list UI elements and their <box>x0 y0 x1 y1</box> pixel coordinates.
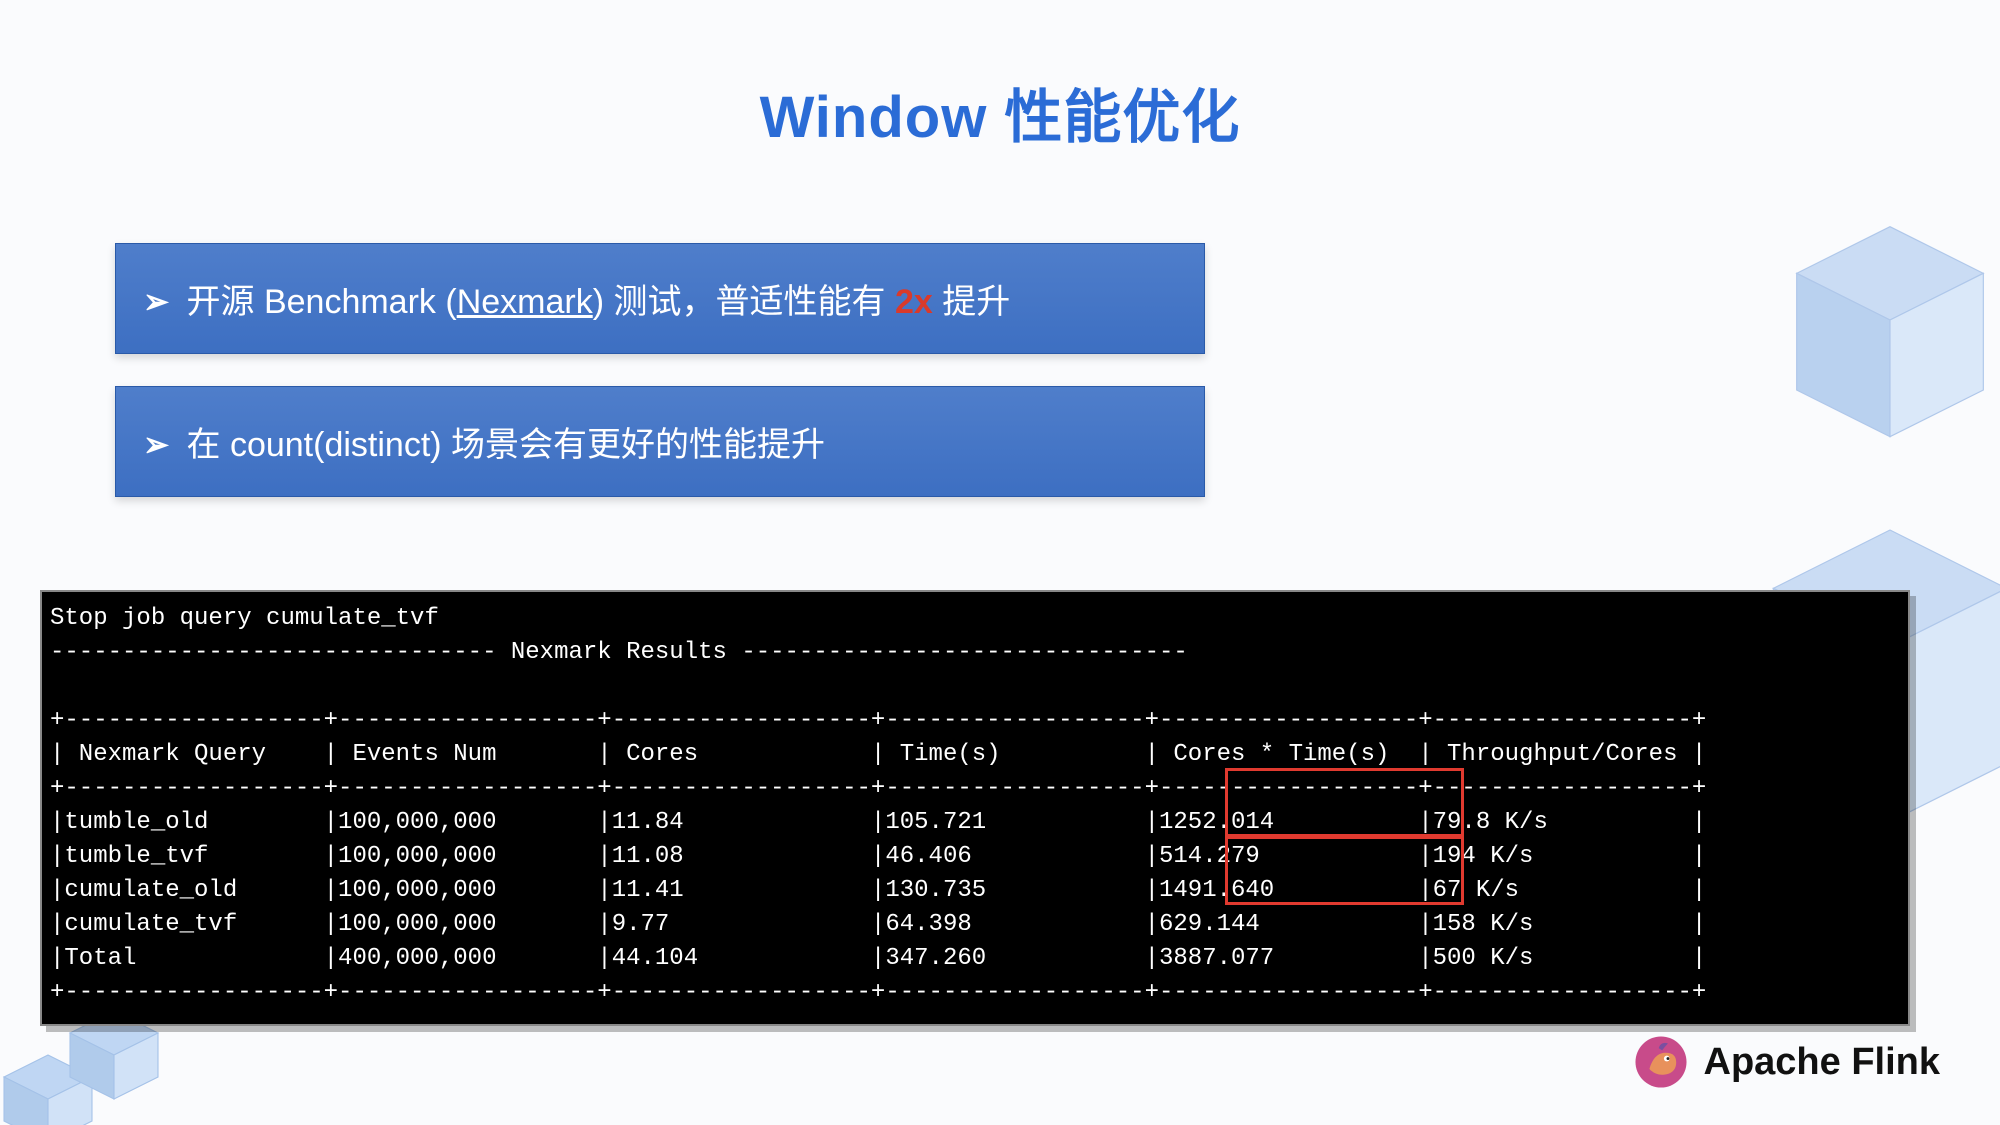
slide-title: Window 性能优化 <box>0 70 2000 154</box>
flink-logo-icon <box>1632 1033 1690 1091</box>
bullet-arrow-icon: ➢ <box>143 282 169 322</box>
bullet-count-distinct: ➢ 在 count(distinct) 场景会有更好的性能提升 <box>115 386 1205 497</box>
bullet1-post: 提升 <box>933 283 1010 321</box>
bullet1-highlight: 2x <box>895 283 933 321</box>
brand-text: Apache Flink <box>1704 1041 1941 1084</box>
bullet-benchmark: ➢ 开源 Benchmark (Nexmark) 测试，普适性能有 2x 提升 <box>115 243 1205 354</box>
brand-area: Apache Flink <box>1632 1033 1941 1091</box>
bullet2-text: 在 count(distinct) 场景会有更好的性能提升 <box>187 426 826 464</box>
terminal-output: Stop job query cumulate_tvf ------------… <box>40 590 1910 1026</box>
nexmark-link[interactable]: Nexmark <box>457 283 593 321</box>
bullet1-pre: 开源 Benchmark ( <box>187 283 457 321</box>
bullet1-mid: ) 测试，普适性能有 <box>593 283 895 321</box>
bullet-arrow-icon: ➢ <box>143 425 169 465</box>
